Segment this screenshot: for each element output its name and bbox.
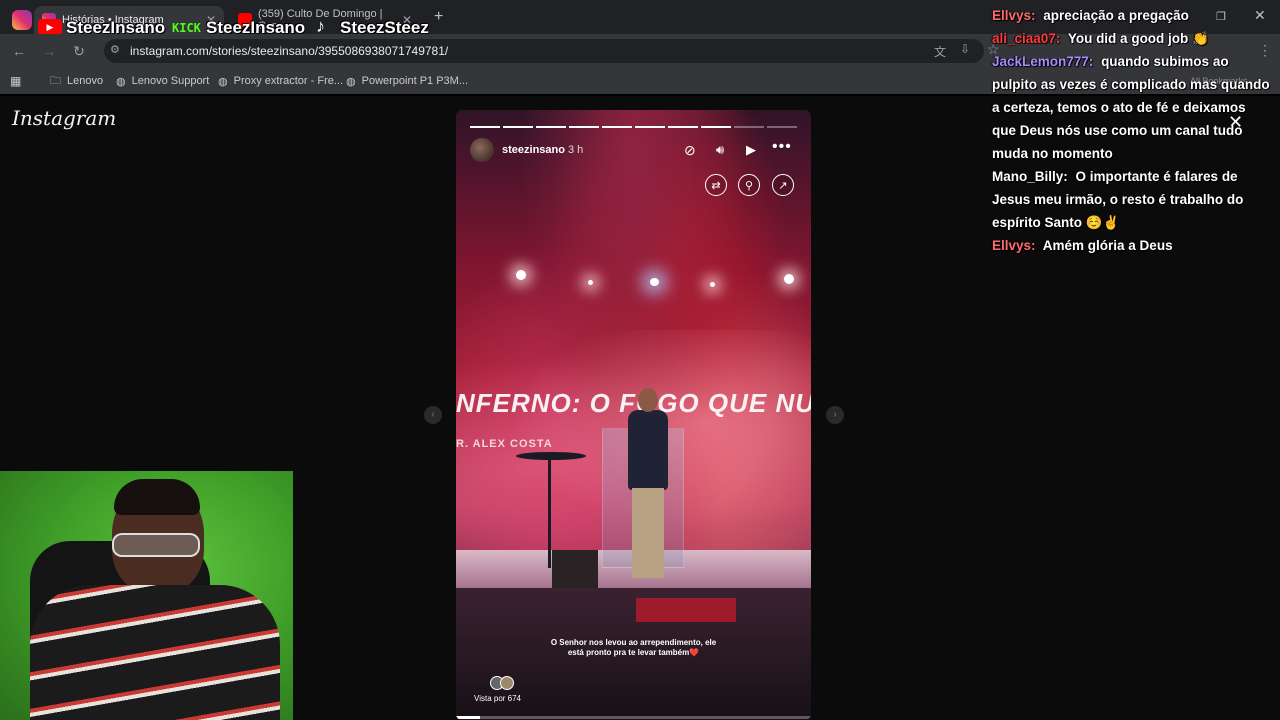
bookmark-label: Proxy extractor - Fre... [233,75,344,87]
table [516,452,586,460]
story-caption: O Senhor nos levou ao arrependimento, el… [550,638,717,657]
story-time: 3 h [568,144,584,156]
previous-story-arrow[interactable]: ‹ [424,406,442,424]
reload-icon[interactable]: ↻ [70,42,88,60]
site-settings-icon[interactable]: ⚙ [110,43,120,56]
viewer-count[interactable]: Vista por 674 [474,694,521,703]
external-link-icon[interactable]: ↗ [772,174,794,196]
back-icon[interactable]: ← [10,42,28,60]
remix-icon[interactable]: ⇄ [705,174,727,196]
chat-text: quando subimos ao pulpito as vezes é com… [992,54,1270,161]
stage-light [784,274,794,284]
next-story-arrow[interactable]: › [826,406,844,424]
preacher-head [638,388,658,412]
stream-chat: Ellvys: apreciação a pregação ali_ciaa07:… [992,4,1272,257]
chat-message: ali_ciaa07: You did a good job 👏 [992,27,1272,50]
bookmark-lenovo-support[interactable]: ◍ Lenovo Support [116,73,209,89]
stage-light [710,282,715,287]
preacher-body [628,410,668,490]
striped-shirt [30,585,280,720]
chat-message: JackLemon777: quando subimos ao pulpito … [992,50,1272,165]
chat-username: JackLemon777: [992,54,1094,69]
chat-username: Ellvys: [992,8,1036,23]
chat-message: Ellvys: Amém glória a Deus [992,234,1272,257]
progress-segment [470,126,500,128]
video-scrubber-fill [456,716,480,719]
bookmark-powerpoint[interactable]: ◍ Powerpoint P1 P3M... [346,73,468,89]
bookmark-proxy[interactable]: ◍ Proxy extractor - Fre... [218,73,343,89]
globe-icon: ◍ [218,75,228,88]
instagram-logo[interactable]: Instagram [12,106,116,130]
glasses-icon [112,533,200,557]
progress-segment [701,126,731,128]
install-icon[interactable]: ⇩ [960,42,970,56]
stage-light [516,270,526,280]
chat-message: Mano_Billy: O importante é falares de Je… [992,165,1272,234]
chat-username: Mano_Billy: [992,169,1068,184]
translate-icon[interactable]: 文 [934,43,946,60]
more-icon[interactable]: ••• [772,138,792,156]
address-bar[interactable]: instagram.com/stories/steezinsano/395508… [104,39,984,63]
bookmark-label: Lenovo [67,75,104,87]
chat-username: ali_ciaa07: [992,31,1061,46]
apps-icon[interactable]: ▦ [10,73,21,89]
chat-text: Amém glória a Deus [1039,238,1173,253]
chat-message: Ellvys: apreciação a pregação [992,4,1272,27]
stage-light [650,278,659,286]
progress-segment [767,126,797,128]
preacher-legs [632,488,664,578]
chat-text: You did a good job 👏 [1064,31,1209,46]
progress-segment [602,126,632,128]
speaker-name: R. ALEX COSTA [456,438,553,450]
viewer-avatars[interactable] [490,676,520,690]
hair [114,479,200,515]
story-username[interactable]: steezinsano [502,144,565,156]
forward-icon[interactable]: → [40,42,58,60]
url-text: instagram.com/stories/steezinsano/395508… [130,44,449,58]
speaker-box [552,550,598,588]
globe-icon: ◍ [346,75,356,88]
bookmark-label: Lenovo Support [131,75,210,87]
globe-icon: ◍ [116,75,126,88]
bookmark-label: Powerpoint P1 P3M... [361,75,468,87]
video-scrubber[interactable] [456,716,811,719]
folder-icon: 🗀 [50,74,61,87]
new-tab-button[interactable]: + [434,8,443,26]
viewer-avatar [500,676,514,690]
play-icon[interactable]: ▶ [746,142,756,158]
pin-icon[interactable]: ⚲ [738,174,760,196]
bookmark-lenovo[interactable]: 🗀 Lenovo [50,73,103,89]
progress-segment [503,126,533,128]
volume-icon[interactable]: 🔊︎ [716,142,724,158]
avatar[interactable] [470,138,494,162]
instagram-icon [12,10,32,30]
progress-segment [668,126,698,128]
webcam-feed [0,471,293,720]
progress-segment [536,126,566,128]
chat-username: Ellvys: [992,238,1036,253]
progress-segment [734,126,764,128]
story-viewer[interactable]: NFERNO: O FOGO QUE NUNCA SE AP R. ALEX C… [456,110,811,720]
chat-text: apreciação a pregação [1039,8,1189,23]
stage-light [588,280,593,285]
stage-props [636,598,736,622]
kick-logo: KICK [172,21,201,35]
table-leg [548,458,551,568]
progress-segment [569,126,599,128]
progress-segment [635,126,665,128]
no-camera-icon[interactable]: ⊘ [684,142,696,159]
